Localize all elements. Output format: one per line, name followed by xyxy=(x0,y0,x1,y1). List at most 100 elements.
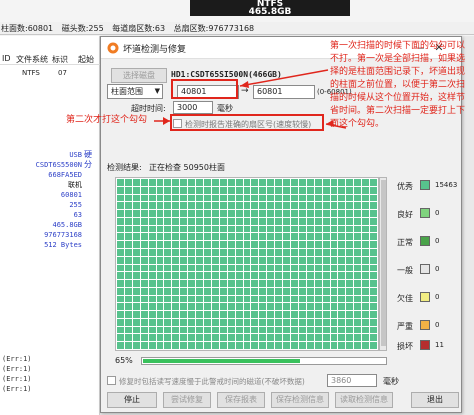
exit-button[interactable]: 退出 xyxy=(411,392,459,408)
cylinder-cell xyxy=(172,295,180,303)
partition-table-header: ID 文件系统 标识 起始 xyxy=(0,52,100,65)
cylinder-cell xyxy=(235,225,243,233)
cylinder-cell xyxy=(267,210,275,217)
chevron-down-icon: ▼ xyxy=(154,87,160,95)
cylinder-cell xyxy=(140,225,148,233)
cylinder-cell xyxy=(346,186,354,194)
cylinder-cell xyxy=(172,248,180,256)
cylinder-cell xyxy=(140,179,148,186)
cylinder-cell xyxy=(227,272,235,280)
grid-scrollbar-thumb[interactable] xyxy=(381,180,386,346)
cylinder-cell xyxy=(354,272,362,280)
cylinder-cell xyxy=(354,342,362,349)
cylinder-cell xyxy=(219,272,227,280)
cylinder-cell xyxy=(188,194,196,202)
cylinder-cell xyxy=(196,202,203,210)
cylinder-cell xyxy=(338,326,346,334)
cylinder-cell xyxy=(306,179,314,186)
cylinder-cell xyxy=(204,233,211,241)
cylinder-cell xyxy=(275,225,283,233)
cylinder-cell xyxy=(124,179,132,186)
cylinder-cell xyxy=(148,186,156,194)
cylinder-cell xyxy=(275,256,283,264)
repair-threshold-input[interactable]: 3860 xyxy=(327,374,377,387)
grid-scrollbar[interactable] xyxy=(379,177,387,351)
cylinder-cell xyxy=(346,202,354,210)
cylinder-cell xyxy=(132,186,140,194)
stop-button[interactable]: 停止 xyxy=(107,392,157,408)
cylinder-cell xyxy=(306,303,314,311)
cylinder-cell xyxy=(298,264,306,272)
cylinder-cell xyxy=(354,202,362,210)
timeout-input[interactable]: 3000 xyxy=(173,101,213,114)
info-status: 联机 xyxy=(68,181,82,189)
load-scan-info-button[interactable]: 读取检测信息 xyxy=(335,392,393,408)
cylinder-cell xyxy=(148,311,156,318)
cylinder-cell xyxy=(148,233,156,241)
cylinder-cell xyxy=(306,342,314,349)
cylinder-cell xyxy=(283,217,290,225)
cylinder-cell xyxy=(117,217,124,225)
cylinder-cell xyxy=(180,241,188,248)
cylinder-cell xyxy=(211,256,219,264)
cylinder-cell xyxy=(204,241,211,248)
cylinder-cell xyxy=(219,303,227,311)
cylinder-cell xyxy=(251,311,259,318)
cylinder-cell xyxy=(354,256,362,264)
info-total-sectors: 976773168 xyxy=(44,231,82,239)
cylinder-cell xyxy=(227,311,235,318)
cylinder-cell xyxy=(346,280,354,287)
partition-row[interactable]: NTFS 07 xyxy=(0,68,100,80)
cylinder-cell xyxy=(306,241,314,248)
legend-row-poor: 欠佳 0 xyxy=(393,291,459,305)
cylinder-cell xyxy=(338,194,346,202)
cylinder-cell xyxy=(235,342,243,349)
cylinder-cell xyxy=(362,303,370,311)
try-repair-button[interactable]: 尝试修复 xyxy=(163,392,211,408)
cylinder-cell xyxy=(219,202,227,210)
cylinder-cell xyxy=(251,194,259,202)
cylinder-cell xyxy=(322,233,330,241)
repair-slow-checkbox[interactable] xyxy=(107,376,116,385)
legend-count: 0 xyxy=(435,293,440,301)
range-type-select[interactable]: 柱面范围 ▼ xyxy=(107,84,163,99)
cylinder-cell xyxy=(148,303,156,311)
cylinder-cell xyxy=(204,256,211,264)
save-scan-info-button[interactable]: 保存检测信息 xyxy=(271,392,329,408)
cylinder-cell xyxy=(235,241,243,248)
cylinder-cell xyxy=(188,334,196,342)
cylinder-cell xyxy=(330,280,338,287)
save-report-button[interactable]: 保存报表 xyxy=(217,392,265,408)
cylinder-cell xyxy=(370,241,377,248)
cylinder-cell xyxy=(132,264,140,272)
cylinder-cell xyxy=(132,179,140,186)
info-side-1: 硬 xyxy=(84,150,92,159)
cylinder-cell xyxy=(291,248,298,256)
cylinder-cell xyxy=(306,318,314,326)
cylinder-cell xyxy=(188,342,196,349)
cylinder-cell xyxy=(132,295,140,303)
cylinder-cell xyxy=(298,256,306,264)
cylinder-cell xyxy=(251,233,259,241)
cylinder-cell xyxy=(180,295,188,303)
cylinder-cell xyxy=(291,217,298,225)
cylinder-cell xyxy=(243,272,251,280)
cylinder-cell xyxy=(180,194,188,202)
cylinder-cell xyxy=(370,342,377,349)
cylinder-cell xyxy=(188,311,196,318)
legend-count: 0 xyxy=(435,237,440,245)
cylinder-cell xyxy=(148,210,156,217)
cylinder-cell xyxy=(298,217,306,225)
cylinder-cell xyxy=(243,225,251,233)
cylinder-cell xyxy=(196,186,203,194)
range-to-input[interactable]: 60801 xyxy=(253,85,315,99)
cylinder-cell xyxy=(172,342,180,349)
cylinder-cell xyxy=(322,272,330,280)
legend-count: 0 xyxy=(435,321,440,329)
select-disk-button[interactable]: 选择磁盘 xyxy=(111,68,167,83)
stat-sectors-per-track: 每道扇区数:63 xyxy=(112,24,166,33)
cylinder-cell xyxy=(204,295,211,303)
cylinder-cell xyxy=(298,342,306,349)
cylinder-cell xyxy=(180,280,188,287)
cylinder-cell xyxy=(180,272,188,280)
